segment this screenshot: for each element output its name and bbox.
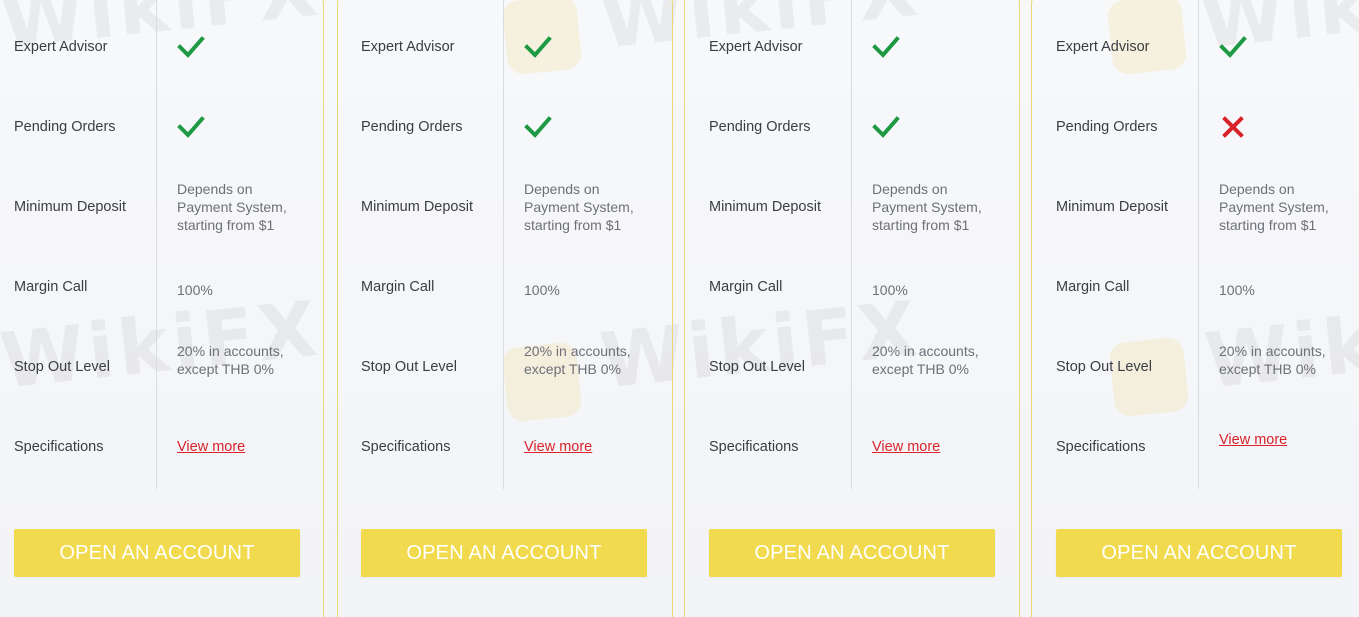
row-margin-call: Margin Call 100%	[695, 250, 1021, 330]
row-value: Depends on Payment System, starting from…	[1219, 181, 1329, 233]
row-value	[177, 7, 317, 87]
row-label: Expert Advisor	[1056, 39, 1150, 55]
row-label: Specifications	[709, 439, 799, 455]
row-stop-out-level: Stop Out Level 20% in accounts, except T…	[347, 327, 673, 407]
row-minimum-deposit: Minimum Deposit Depends on Payment Syste…	[695, 167, 1021, 247]
row-label: Margin Call	[361, 279, 435, 295]
row-value: 100%	[1219, 282, 1255, 298]
row-margin-call: Margin Call 100%	[347, 250, 673, 330]
row-label: Pending Orders	[1056, 119, 1158, 135]
row-value: 100%	[872, 282, 908, 298]
account-comparison-page: WikiFX WikiFX WikiFX WikiFX WikiFX WikiF…	[0, 0, 1359, 617]
row-minimum-deposit: Minimum Deposit Depends on Payment Syste…	[1042, 167, 1359, 247]
row-stop-out-level: Stop Out Level 20% in accounts, except T…	[695, 327, 1021, 407]
row-expert-advisor: Expert Advisor	[695, 7, 1021, 87]
row-pending-orders: Pending Orders	[0, 87, 326, 167]
account-column-4: Expert Advisor Pending Orders Minimum De…	[1042, 0, 1359, 617]
row-margin-call: Margin Call 100%	[0, 250, 326, 330]
row-margin-call: Margin Call 100%	[1042, 250, 1359, 330]
account-column-2: Expert Advisor Pending Orders Minimum De…	[347, 0, 673, 617]
row-label: Minimum Deposit	[709, 199, 821, 215]
check-icon	[872, 116, 900, 138]
row-stop-out-level: Stop Out Level 20% in accounts, except T…	[0, 327, 326, 407]
check-icon	[524, 116, 552, 138]
row-specifications: Specifications View more	[347, 407, 673, 487]
row-label: Margin Call	[14, 279, 88, 295]
row-value: View more	[177, 407, 317, 487]
row-label: Margin Call	[709, 279, 783, 295]
row-label: Expert Advisor	[361, 39, 455, 55]
row-stop-out-level: Stop Out Level 20% in accounts, except T…	[1042, 327, 1359, 407]
open-account-button[interactable]: OPEN AN ACCOUNT	[14, 529, 300, 577]
row-label: Specifications	[1056, 439, 1146, 455]
row-expert-advisor: Expert Advisor	[347, 7, 673, 87]
row-label: Stop Out Level	[361, 359, 457, 375]
row-label: Expert Advisor	[709, 39, 803, 55]
row-label: Stop Out Level	[14, 359, 110, 375]
row-label: Margin Call	[1056, 279, 1130, 295]
view-more-link[interactable]: View more	[1219, 431, 1287, 449]
view-more-link[interactable]: View more	[177, 438, 245, 456]
row-value: View more	[1219, 400, 1359, 480]
row-expert-advisor: Expert Advisor	[1042, 7, 1359, 87]
check-icon	[177, 36, 205, 58]
row-value: Depends on Payment System, starting from…	[177, 181, 287, 233]
check-icon	[872, 36, 900, 58]
row-value: View more	[872, 407, 1012, 487]
row-value	[524, 87, 664, 167]
row-value: 20% in accounts, except THB 0%	[872, 343, 979, 377]
row-label: Expert Advisor	[14, 39, 108, 55]
row-value: 100%	[524, 282, 560, 298]
row-value: 100%	[177, 282, 213, 298]
row-label: Minimum Deposit	[14, 199, 126, 215]
row-label: Pending Orders	[709, 119, 811, 135]
row-specifications: Specifications View more	[0, 407, 326, 487]
row-label: Minimum Deposit	[361, 199, 473, 215]
row-label: Specifications	[14, 439, 104, 455]
row-specifications: Specifications View more	[1042, 407, 1359, 487]
account-column-1: Expert Advisor Pending Orders Minimum De…	[0, 0, 326, 617]
row-expert-advisor: Expert Advisor	[0, 7, 326, 87]
row-value: Depends on Payment System, starting from…	[524, 181, 634, 233]
view-more-link[interactable]: View more	[872, 438, 940, 456]
row-value: 20% in accounts, except THB 0%	[524, 343, 631, 377]
row-pending-orders: Pending Orders	[1042, 87, 1359, 167]
open-account-button[interactable]: OPEN AN ACCOUNT	[709, 529, 995, 577]
view-more-link[interactable]: View more	[524, 438, 592, 456]
row-label: Specifications	[361, 439, 451, 455]
row-value: Depends on Payment System, starting from…	[872, 181, 982, 233]
row-label: Stop Out Level	[709, 359, 805, 375]
row-value	[524, 7, 664, 87]
row-label: Pending Orders	[14, 119, 116, 135]
row-label: Minimum Deposit	[1056, 199, 1168, 215]
open-account-button[interactable]: OPEN AN ACCOUNT	[1056, 529, 1342, 577]
row-value: 20% in accounts, except THB 0%	[177, 343, 284, 377]
check-icon	[1219, 36, 1247, 58]
check-icon	[177, 116, 205, 138]
open-account-button[interactable]: OPEN AN ACCOUNT	[361, 529, 647, 577]
cross-icon	[1222, 116, 1244, 138]
row-minimum-deposit: Minimum Deposit Depends on Payment Syste…	[347, 167, 673, 247]
row-minimum-deposit: Minimum Deposit Depends on Payment Syste…	[0, 167, 326, 247]
row-label: Pending Orders	[361, 119, 463, 135]
check-icon	[524, 36, 552, 58]
row-pending-orders: Pending Orders	[695, 87, 1021, 167]
row-pending-orders: Pending Orders	[347, 87, 673, 167]
account-column-3: Expert Advisor Pending Orders Minimum De…	[695, 0, 1021, 617]
row-value: 20% in accounts, except THB 0%	[1219, 343, 1326, 377]
row-value	[177, 87, 317, 167]
row-label: Stop Out Level	[1056, 359, 1152, 375]
row-specifications: Specifications View more	[695, 407, 1021, 487]
row-value	[1219, 7, 1359, 87]
row-value	[872, 87, 1012, 167]
row-value: View more	[524, 407, 664, 487]
row-value	[1219, 87, 1359, 167]
row-value	[872, 7, 1012, 87]
